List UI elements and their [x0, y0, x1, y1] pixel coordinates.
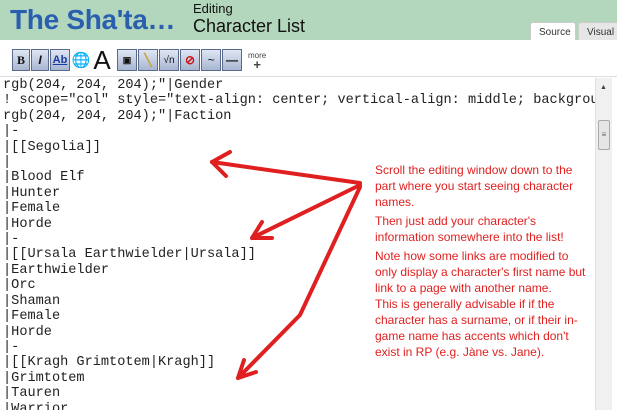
signature-icon[interactable]: ~ [201, 49, 221, 71]
note-p2: Then just add your character's informati… [375, 214, 564, 244]
image-icon[interactable]: ▣ [117, 49, 137, 71]
editor-line: |[[Segolia]] [3, 139, 101, 155]
external-link-icon[interactable]: 🌐 [71, 49, 91, 71]
math-icon[interactable]: √n [159, 49, 179, 71]
tab-source[interactable]: Source [530, 22, 576, 40]
nowiki-icon[interactable]: ⊘ [180, 49, 200, 71]
tab-visual[interactable]: Visual [578, 22, 617, 40]
note-p4: This is generally advisable if if the ch… [375, 297, 578, 359]
scroll-thumb[interactable]: ≡ [598, 120, 610, 150]
editor-line: rgb(204, 204, 204);"|Gender [3, 78, 224, 93]
editor-line: |Tauren [3, 386, 61, 402]
editor-toolbar: B I Ab 🌐 A ▣ ╲ √n ⊘ ~ — more + [0, 40, 617, 77]
editor-scrollbar[interactable]: ▲ ≡ [595, 78, 612, 410]
editor-line: ! scope="col" style="text-align: center;… [3, 93, 595, 109]
media-icon[interactable]: ╲ [138, 49, 158, 71]
editing-label: Editing [193, 1, 233, 16]
italic-button[interactable]: I [31, 49, 49, 71]
plus-icon: + [253, 57, 261, 72]
header: The Sha'ta… Editing Character List Sourc… [0, 0, 617, 40]
bold-button[interactable]: B [12, 49, 30, 71]
editor-line: |Grimtotem [3, 370, 85, 386]
note-p3: Note how some links are modified to only… [375, 249, 586, 295]
scroll-up-icon[interactable]: ▲ [600, 84, 607, 91]
page-title: Character List [193, 16, 306, 36]
editor-line: |Warrior [3, 401, 69, 410]
note-p1: Scroll the editing window down to the pa… [375, 163, 574, 209]
editor-line: rgb(204, 204, 204);"|Faction [3, 108, 232, 124]
site-title[interactable]: The Sha'ta… [10, 4, 175, 36]
more-button[interactable]: more + [248, 51, 266, 72]
heading-button[interactable]: A [91, 45, 113, 75]
horizontal-line-icon[interactable]: — [222, 49, 242, 71]
internal-link-button[interactable]: Ab [50, 49, 70, 71]
annotation-note: Scroll the editing window down to the pa… [375, 162, 590, 363]
editor-line: |- [3, 124, 20, 140]
